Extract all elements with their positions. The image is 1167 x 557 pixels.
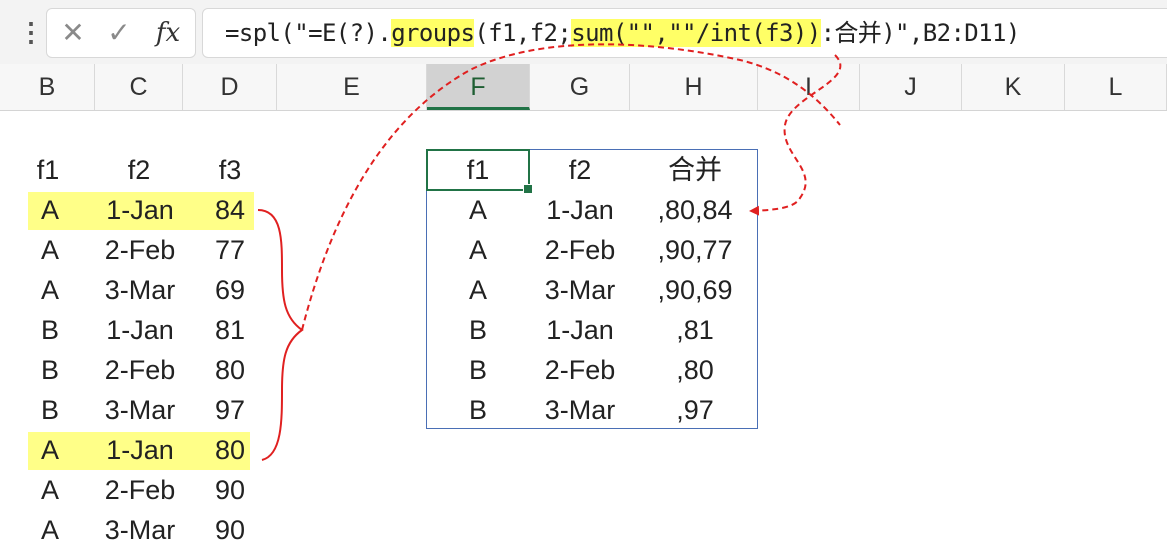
groups-arrow [301,43,841,331]
annotation-overlay [257,43,842,461]
sum-arrow [749,54,842,216]
grouping-brace [257,209,304,461]
